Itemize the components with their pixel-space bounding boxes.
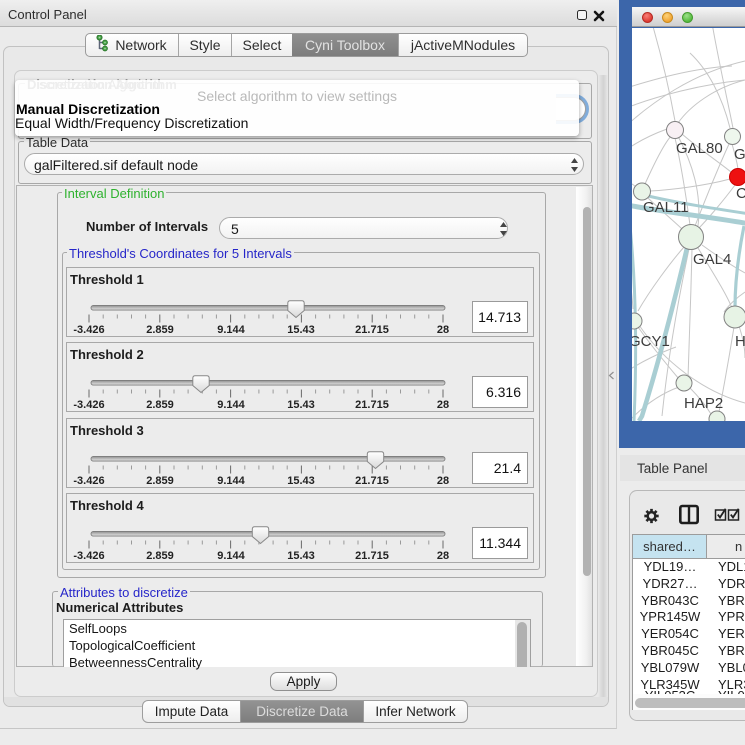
svg-text:HAP2: HAP2 xyxy=(684,395,723,412)
svg-text:GA: GA xyxy=(734,146,745,163)
svg-text:GCY1: GCY1 xyxy=(632,333,670,350)
svg-text:CD: CD xyxy=(736,185,745,202)
svg-text:GAL80: GAL80 xyxy=(676,140,723,157)
svg-text:GAL11: GAL11 xyxy=(643,199,689,216)
svg-text:GAL4: GAL4 xyxy=(693,251,731,268)
svg-text:H: H xyxy=(735,333,745,350)
